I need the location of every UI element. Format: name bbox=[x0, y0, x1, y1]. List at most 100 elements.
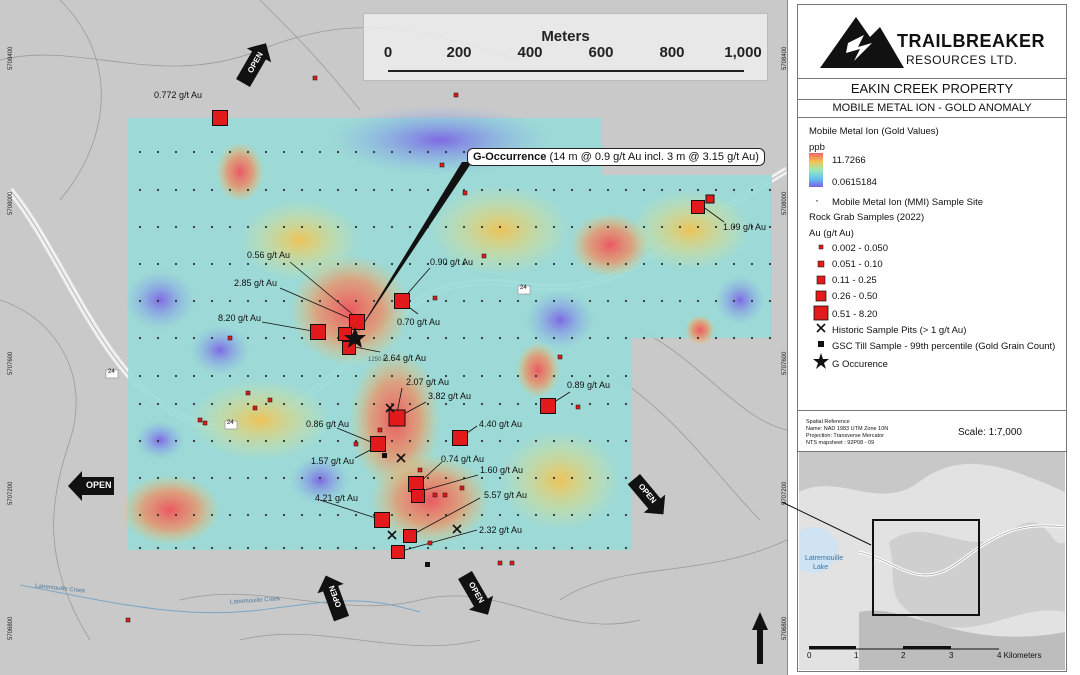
mmi-sample-dot bbox=[516, 262, 520, 266]
mmi-sample-dot bbox=[300, 546, 304, 550]
mmi-sample-dot bbox=[696, 262, 700, 266]
mmi-sample-dot bbox=[768, 225, 772, 229]
mmi-sample-dot bbox=[426, 476, 430, 480]
scale-tick: 0 bbox=[383, 44, 393, 61]
mmi-sample-dot bbox=[498, 188, 502, 192]
mmi-sample-dot bbox=[714, 225, 718, 229]
mmi-sample-dot bbox=[588, 299, 592, 303]
rock-sample bbox=[509, 560, 515, 566]
rock-sample-large bbox=[403, 529, 417, 543]
mmi-sample-dot bbox=[246, 336, 250, 340]
mmi-sample-dot bbox=[336, 374, 340, 378]
mmi-sample-dot bbox=[552, 374, 556, 378]
mmi-sample-dot bbox=[750, 336, 754, 340]
mmi-sample-dot bbox=[336, 225, 340, 229]
property-title: EAKIN CREEK PROPERTY bbox=[798, 78, 1066, 100]
mmi-sample-dot bbox=[678, 299, 682, 303]
mmi-sample-dot bbox=[570, 225, 574, 229]
mmi-sample-dot bbox=[660, 262, 664, 266]
mmi-sample-dot bbox=[768, 188, 772, 192]
mmi-sample-dot bbox=[498, 262, 502, 266]
mmi-sample-dot bbox=[210, 439, 214, 443]
mmi-sample-dot bbox=[138, 262, 142, 266]
mmi-sample-dot bbox=[552, 299, 556, 303]
mmi-sample-dot bbox=[300, 439, 304, 443]
grade-label: 0.70 g/t Au bbox=[397, 317, 441, 327]
mmi-sample-dot bbox=[624, 188, 628, 192]
rock-sample-large bbox=[370, 436, 386, 452]
company-name: TRAILBREAKER bbox=[897, 31, 1045, 51]
rock-sample-large bbox=[691, 200, 705, 214]
map-view[interactable]: OPEN OPEN OPEN OPEN OPEN 24 24 24 1250 m… bbox=[0, 0, 788, 675]
grade-label: 0.56 g/t Au bbox=[247, 250, 291, 260]
inset-scale-tick: 0 bbox=[807, 651, 812, 660]
mmi-sample-dot bbox=[534, 225, 538, 229]
mmi-sample-dot bbox=[462, 546, 466, 550]
mmi-sample-dot bbox=[390, 336, 394, 340]
mmi-sample-dot bbox=[606, 476, 610, 480]
mmi-sample-dot bbox=[750, 262, 754, 266]
mmi-sample-dot bbox=[336, 439, 340, 443]
mmi-sample-dot bbox=[300, 150, 304, 154]
mmi-sample-dot bbox=[246, 150, 250, 154]
mmi-sample-dot bbox=[714, 299, 718, 303]
mmi-sample-dot bbox=[246, 299, 250, 303]
mmi-sample-dot bbox=[678, 262, 682, 266]
mmi-sample-dot bbox=[228, 476, 232, 480]
mmi-sample-dot bbox=[174, 546, 178, 550]
mmi-sample-dot bbox=[192, 513, 196, 517]
mmi-sample-dot bbox=[300, 476, 304, 480]
rock-sample-large bbox=[452, 430, 468, 446]
mmi-sample-dot bbox=[588, 188, 592, 192]
mmi-sample-dot bbox=[516, 402, 520, 406]
mmi-sample-dot bbox=[336, 402, 340, 406]
mmi-sample-dot bbox=[444, 225, 448, 229]
mmi-sample-dot bbox=[552, 513, 556, 517]
mmi-sample-dot bbox=[372, 262, 376, 266]
mmi-sample-dot bbox=[192, 476, 196, 480]
mmi-sample-dot bbox=[624, 299, 628, 303]
company-logo: TRAILBREAKER RESOURCES LTD. bbox=[798, 5, 1066, 77]
mmi-sample-dot bbox=[426, 336, 430, 340]
mmi-sample-dot bbox=[516, 374, 520, 378]
mmi-sample-dot bbox=[570, 513, 574, 517]
mmi-sample-dot bbox=[264, 336, 268, 340]
mmi-sample-dot bbox=[282, 299, 286, 303]
mmi-sample-dot bbox=[354, 402, 358, 406]
mmi-sample-dot bbox=[246, 188, 250, 192]
mmi-sample-dot bbox=[264, 513, 268, 517]
mmi-sample-dot bbox=[390, 439, 394, 443]
mmi-sample-dot bbox=[264, 402, 268, 406]
mmi-sample-dot bbox=[192, 402, 196, 406]
legend-rock-unit: Au (g/t Au) bbox=[809, 228, 854, 239]
mmi-sample-dot bbox=[606, 513, 610, 517]
mmi-sample-dot bbox=[390, 188, 394, 192]
mmi-sample-dot bbox=[138, 546, 142, 550]
location-inset-map[interactable]: Latremouille Lake 0 1 2 3 4 Kilometers bbox=[799, 452, 1065, 670]
mmi-sample-dot bbox=[732, 299, 736, 303]
company-subname: RESOURCES LTD. bbox=[906, 53, 1018, 67]
mmi-sample-dot bbox=[282, 225, 286, 229]
rock-sample bbox=[432, 492, 438, 498]
mmi-sample-dot bbox=[318, 150, 322, 154]
rock-sample bbox=[432, 295, 438, 301]
mmi-sample-dot bbox=[570, 374, 574, 378]
mmi-sample-dot bbox=[732, 188, 736, 192]
mmi-sample-dot bbox=[606, 188, 610, 192]
inset-scale-tick: 3 bbox=[949, 651, 954, 660]
mmi-sample-dot bbox=[678, 225, 682, 229]
mmi-sample-dot bbox=[192, 262, 196, 266]
mmi-sample-dot bbox=[336, 546, 340, 550]
mmi-sample-dot bbox=[390, 374, 394, 378]
mmi-sample-dot bbox=[264, 262, 268, 266]
mmi-sample-dot bbox=[174, 476, 178, 480]
mmi-sample-dot bbox=[498, 225, 502, 229]
mmi-sample-dot bbox=[588, 374, 592, 378]
legend-min-value: 0.0615184 bbox=[832, 177, 877, 188]
mmi-sample-dot bbox=[570, 336, 574, 340]
mmi-sample-dot bbox=[480, 225, 484, 229]
mmi-sample-dot bbox=[318, 513, 322, 517]
rock-sample-large bbox=[310, 324, 326, 340]
northing-label: 5708000 bbox=[8, 191, 14, 215]
open-label-west: OPEN bbox=[86, 480, 112, 490]
